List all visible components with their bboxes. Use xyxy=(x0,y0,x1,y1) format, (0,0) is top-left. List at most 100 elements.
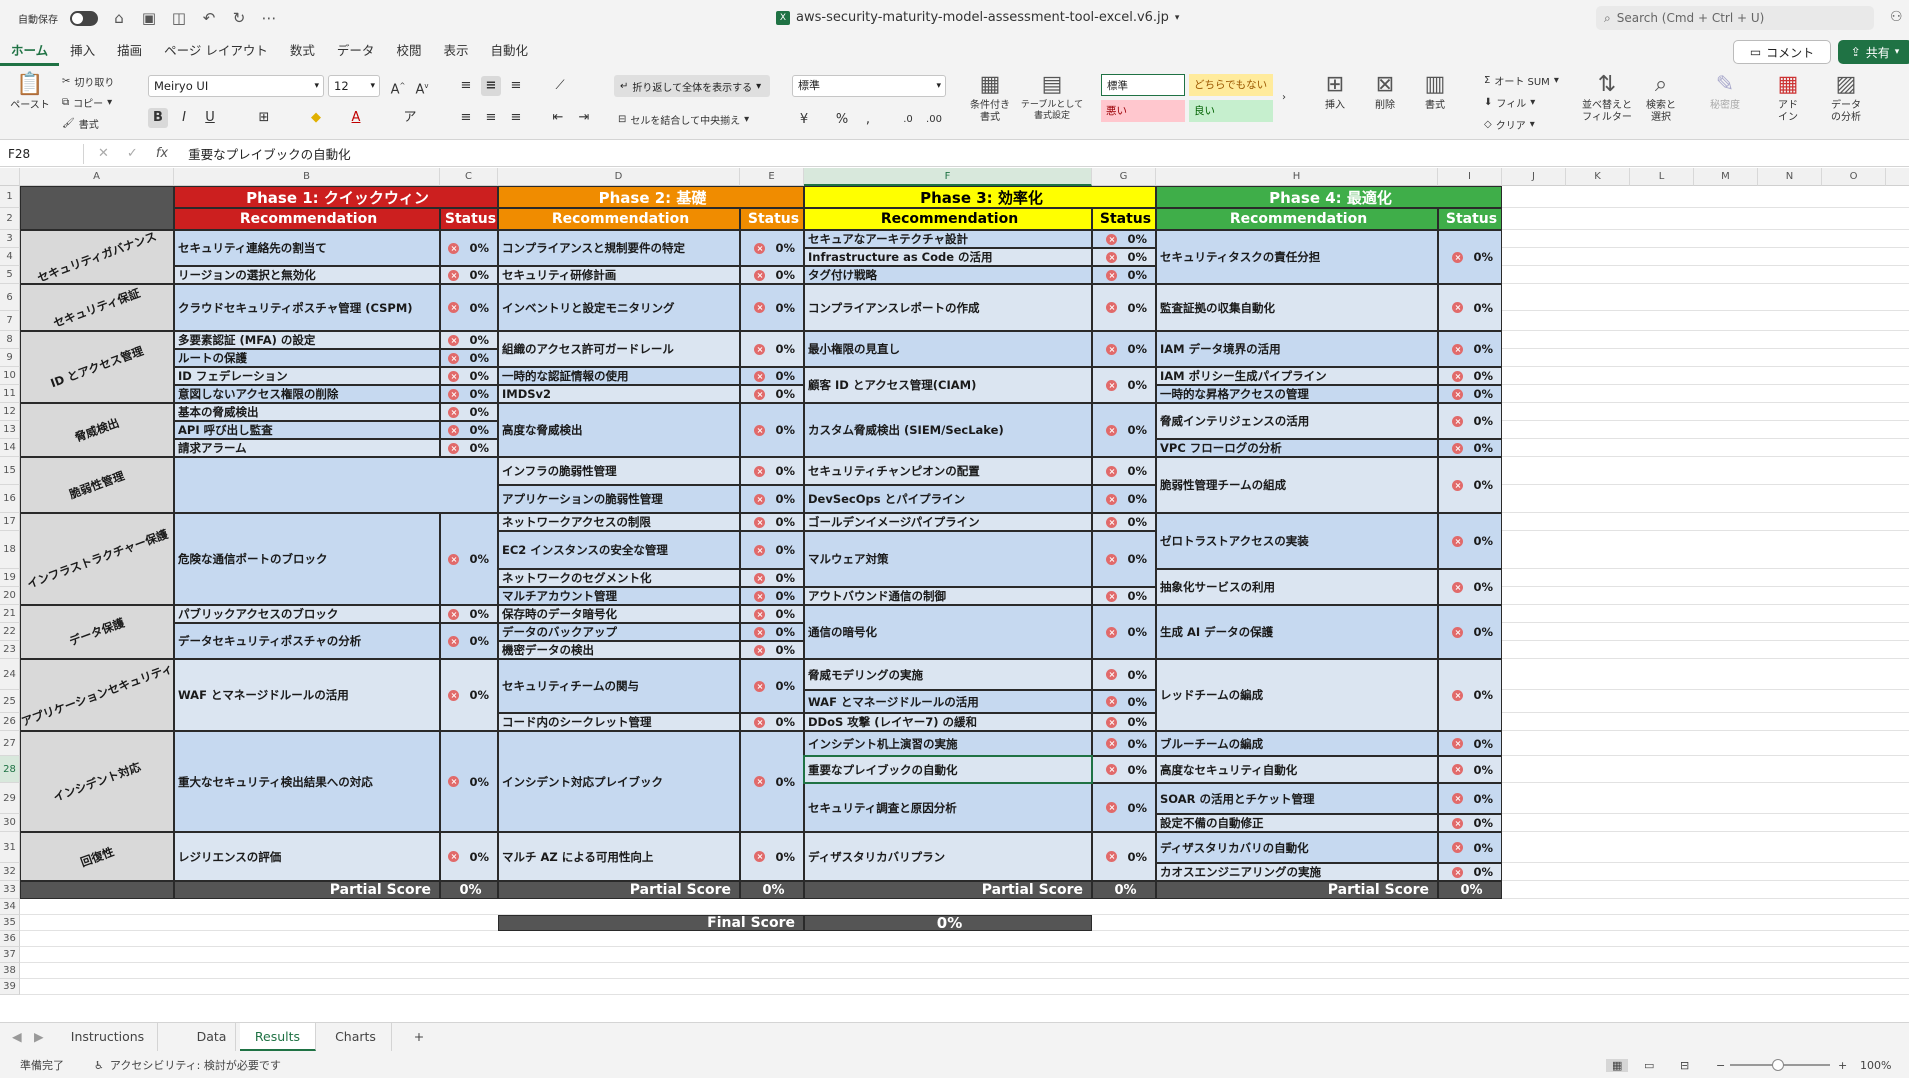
recommendation-cell[interactable]: セキュリティチャンピオンの配置 xyxy=(804,457,1092,485)
status-cell[interactable]: × 0% xyxy=(740,731,804,832)
sheet-tab[interactable]: Data xyxy=(188,1023,236,1051)
decrease-indent-icon[interactable]: ⇤ xyxy=(548,108,568,128)
recommendation-cell[interactable]: レッドチームの編成 xyxy=(1156,659,1438,731)
row-header[interactable]: 33 xyxy=(0,881,20,899)
recommendation-cell[interactable]: 顧客 ID とアクセス管理(CIAM) xyxy=(804,367,1092,403)
row-header[interactable]: 38 xyxy=(0,963,20,979)
status-cell[interactable]: × 0% xyxy=(1092,513,1156,531)
page-layout-icon[interactable]: ▭ xyxy=(1644,1059,1654,1072)
accessibility-status[interactable]: アクセシビリティ: 検討が必要です xyxy=(110,1057,281,1073)
recommendation-cell[interactable]: 通信の暗号化 xyxy=(804,605,1092,659)
ribbon-tab[interactable]: ページ レイアウト xyxy=(153,36,279,66)
status-cell[interactable]: × 0% xyxy=(1438,513,1502,569)
row-header[interactable]: 1 xyxy=(0,186,20,208)
status-cell[interactable]: × 0% xyxy=(1092,605,1156,659)
comment-button[interactable]: ▭ コメント xyxy=(1733,40,1831,64)
status-cell[interactable]: × 0% xyxy=(1092,832,1156,881)
status-cell[interactable]: × 0% xyxy=(1092,531,1156,587)
status-cell[interactable]: × 0% xyxy=(740,569,804,587)
align-right-icon[interactable]: ≡ xyxy=(506,108,526,128)
column-header[interactable]: H xyxy=(1156,168,1438,186)
column-header[interactable]: E xyxy=(740,168,804,186)
status-cell[interactable]: × 0% xyxy=(740,385,804,403)
delete-cells-button[interactable]: ⊠ 削除 xyxy=(1362,72,1408,112)
find-select-button[interactable]: ⌕ 検索と 選択 xyxy=(1638,72,1684,123)
add-sheet-button[interactable]: + xyxy=(404,1023,434,1051)
row-header[interactable]: 11 xyxy=(0,385,20,403)
analyze-data-button[interactable]: ▨ データ の分析 xyxy=(1822,72,1870,123)
recommendation-cell[interactable]: データセキュリティポスチャの分析 xyxy=(174,623,440,659)
column-header[interactable]: F xyxy=(804,168,1092,186)
row-header[interactable]: 14 xyxy=(0,439,20,457)
recommendation-cell[interactable]: DevSecOps とパイプライン xyxy=(804,485,1092,513)
status-cell[interactable]: × 0% xyxy=(740,230,804,266)
style-bad[interactable]: 悪い xyxy=(1101,100,1185,122)
sheet-tab[interactable]: Charts xyxy=(320,1023,392,1051)
row-header[interactable]: 16 xyxy=(0,485,20,513)
status-cell[interactable]: × 0% xyxy=(740,832,804,881)
save-as-icon[interactable]: ◫ xyxy=(170,9,188,27)
row-header[interactable]: 7 xyxy=(0,311,20,331)
enter-icon[interactable]: ✓ xyxy=(127,146,138,161)
recommendation-cell[interactable]: マルチ AZ による可用性向上 xyxy=(498,832,740,881)
recommendation-cell[interactable]: セキュリティ研修計画 xyxy=(498,266,740,284)
status-cell[interactable]: × 0% xyxy=(740,403,804,457)
insert-cells-button[interactable]: ⊞ 挿入 xyxy=(1312,72,1358,112)
recommendation-cell[interactable]: WAF とマネージドルールの活用 xyxy=(804,690,1092,713)
status-cell[interactable]: × 0% xyxy=(1438,367,1502,385)
recommendation-cell[interactable]: レジリエンスの評価 xyxy=(174,832,440,881)
recommendation-cell[interactable]: パブリックアクセスのブロック xyxy=(174,605,440,623)
empty-cell[interactable] xyxy=(174,457,498,513)
recommendation-cell[interactable]: 機密データの検出 xyxy=(498,641,740,659)
status-cell[interactable]: × 0% xyxy=(1092,713,1156,731)
status-cell[interactable]: × 0% xyxy=(1092,367,1156,403)
status-cell[interactable]: × 0% xyxy=(440,284,498,331)
recommendation-cell[interactable]: 高度な脅威検出 xyxy=(498,403,740,457)
status-cell[interactable]: × 0% xyxy=(740,605,804,623)
status-cell[interactable]: × 0% xyxy=(1092,457,1156,485)
status-cell[interactable]: × 0% xyxy=(740,531,804,569)
recommendation-cell[interactable]: ディザスタリカバリプラン xyxy=(804,832,1092,881)
row-header[interactable]: 36 xyxy=(0,931,20,947)
undo-icon[interactable]: ↶ xyxy=(200,9,218,27)
style-good[interactable]: 良い xyxy=(1189,100,1273,122)
status-cell[interactable]: × 0% xyxy=(440,513,498,605)
recommendation-cell[interactable]: クラウドセキュリティポスチャ管理 (CSPM) xyxy=(174,284,440,331)
recommendation-cell[interactable]: アプリケーションの脆弱性管理 xyxy=(498,485,740,513)
row-header[interactable]: 20 xyxy=(0,587,20,605)
recommendation-cell[interactable]: 意図しないアクセス権限の削除 xyxy=(174,385,440,403)
autosum-button[interactable]: Σ オート SUM ▾ xyxy=(1484,73,1559,88)
cut-button[interactable]: ✂ 切り取り xyxy=(62,74,114,89)
status-cell[interactable]: × 0% xyxy=(1438,569,1502,605)
status-cell[interactable]: × 0% xyxy=(740,457,804,485)
status-cell[interactable]: × 0% xyxy=(440,832,498,881)
recommendation-cell[interactable]: カスタム脅威検出 (SIEM/SecLake) xyxy=(804,403,1092,457)
save-icon[interactable]: ▣ xyxy=(140,9,158,27)
merge-center-button[interactable]: ⊟ セルを結合して中央揃え ▾ xyxy=(618,112,749,127)
status-cell[interactable]: × 0% xyxy=(1092,284,1156,331)
recommendation-cell[interactable]: VPC フローログの分析 xyxy=(1156,439,1438,457)
recommendation-cell[interactable]: EC2 インスタンスの安全な管理 xyxy=(498,531,740,569)
row-header[interactable]: 29 xyxy=(0,783,20,814)
recommendation-cell[interactable]: ゴールデンイメージパイプライン xyxy=(804,513,1092,531)
recommendation-cell[interactable]: カオスエンジニアリングの実施 xyxy=(1156,863,1438,881)
increase-indent-icon[interactable]: ⇥ xyxy=(574,108,594,128)
percent-icon[interactable]: % xyxy=(832,110,852,130)
row-header[interactable]: 13 xyxy=(0,421,20,439)
sheet-tab[interactable]: Instructions xyxy=(58,1023,158,1051)
home-icon[interactable]: ⌂ xyxy=(110,9,128,27)
status-cell[interactable]: × 0% xyxy=(440,367,498,385)
row-header[interactable]: 9 xyxy=(0,349,20,367)
recommendation-cell[interactable]: 重要なプレイブックの自動化 xyxy=(804,756,1092,783)
decrease-decimal-icon[interactable]: .00 xyxy=(924,110,944,130)
recommendation-cell[interactable]: マルウェア対策 xyxy=(804,531,1092,587)
row-header[interactable]: 21 xyxy=(0,605,20,623)
format-cells-button[interactable]: ▥ 書式 xyxy=(1412,72,1458,112)
page-break-icon[interactable]: ⊟ xyxy=(1680,1059,1689,1072)
recommendation-cell[interactable]: API 呼び出し監査 xyxy=(174,421,440,439)
status-cell[interactable]: × 0% xyxy=(1092,248,1156,266)
recommendation-cell[interactable]: タグ付け戦略 xyxy=(804,266,1092,284)
status-cell[interactable]: × 0% xyxy=(1438,331,1502,367)
status-cell[interactable]: × 0% xyxy=(1438,659,1502,731)
zoom-in-icon[interactable]: + xyxy=(1838,1059,1847,1072)
